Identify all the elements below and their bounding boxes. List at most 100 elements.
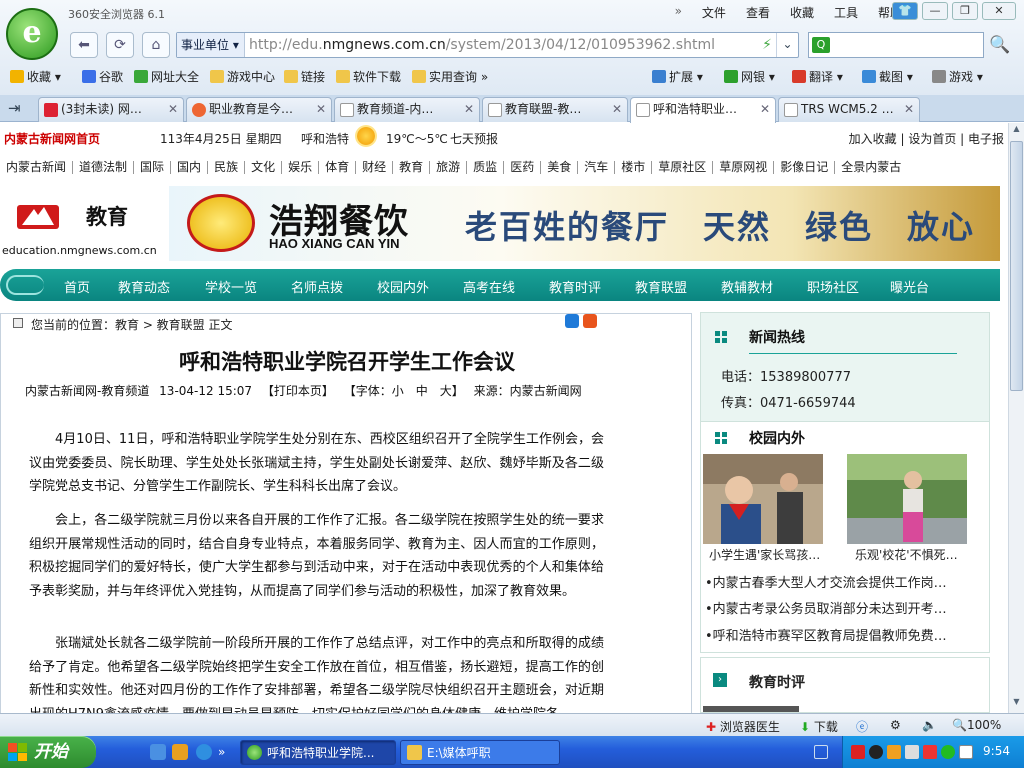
close-button[interactable]: ✕ [982, 2, 1016, 20]
address-bar[interactable]: 事业单位 ▾ http://edu.nmgnews.com.cn/system/… [176, 32, 799, 58]
update-tray-icon[interactable] [941, 745, 955, 759]
sitenav-item[interactable]: 草原网视 [713, 161, 775, 174]
sitenav-item[interactable]: 体育 [319, 161, 357, 174]
browser-logo-icon[interactable]: e [6, 8, 58, 60]
sitenav-item[interactable]: 道德法制 [73, 161, 135, 174]
network-tray-icon[interactable] [923, 745, 937, 759]
download-button[interactable]: ⬇ 下载 [800, 718, 838, 735]
volume-tray-icon[interactable] [905, 745, 919, 759]
quicklaunch-media-icon[interactable] [172, 744, 188, 760]
share-icon[interactable] [565, 314, 579, 328]
zone-dropdown[interactable]: 事业单位 ▾ [177, 33, 245, 57]
fav-links-folder[interactable]: 链接 [284, 68, 325, 85]
sitenav-item[interactable]: 医药 [504, 161, 542, 174]
clock[interactable]: 9:54 [983, 744, 1010, 758]
minimize-button[interactable]: — [922, 2, 948, 20]
refresh-button[interactable]: ⟳ [106, 32, 134, 58]
site-home-link[interactable]: 内蒙古新闻网首页 [4, 130, 100, 147]
fav-games-folder[interactable]: 游戏中心 [210, 68, 275, 85]
close-icon[interactable]: ✕ [464, 98, 474, 121]
nav-career[interactable]: 职场社区 [807, 277, 859, 296]
menu-tools[interactable]: 工具 [834, 4, 858, 21]
news-photo-2[interactable] [847, 454, 967, 544]
font-size-links[interactable]: 【字体：小 中 大】 [344, 384, 464, 398]
nav-home[interactable]: 首页 [64, 277, 90, 296]
top-links[interactable]: 加入收藏 | 设为首页 | 电子报 [849, 130, 1004, 147]
speed-mode-icon[interactable]: ⚡ [762, 37, 772, 53]
keyboard-icon[interactable] [814, 745, 828, 759]
sitenav-item[interactable]: 草原社区 [652, 161, 714, 174]
skin-icon[interactable]: 👕 [892, 2, 918, 20]
tab-edu-alliance[interactable]: 教育联盟-教… ✕ [482, 97, 628, 122]
search-engine-icon[interactable]: Q [812, 37, 830, 53]
nav-teachers[interactable]: 名师点拨 [291, 277, 343, 296]
task-browser[interactable]: 呼和浩特职业学院... [240, 740, 396, 765]
news-link[interactable]: •内蒙古考录公务员取消部分未达到开考… [705, 598, 987, 617]
sitenav-item[interactable]: 内蒙古新闻 [0, 161, 74, 174]
sitenav-item[interactable]: 国内 [171, 161, 209, 174]
close-icon[interactable]: ✕ [168, 98, 178, 121]
tab-edu-channel[interactable]: 教育频道-内… ✕ [334, 97, 480, 122]
sitenav-item[interactable]: 楼市 [615, 161, 653, 174]
ie-compat-icon[interactable]: ⓔ [856, 718, 868, 735]
channel-brand[interactable]: 教育 education.nmgnews.com.cn [2, 191, 167, 261]
vertical-scrollbar[interactable]: ▲ ▼ [1008, 123, 1024, 713]
photo-caption-2[interactable]: 乐观'校花'不惧死… [855, 546, 958, 563]
quicklaunch-ie-icon[interactable] [196, 744, 212, 760]
favorites-menu[interactable]: 收藏 ▾ [10, 68, 61, 85]
start-button[interactable]: 开始 [0, 736, 96, 768]
nav-alliance[interactable]: 教育联盟 [635, 277, 687, 296]
print-link[interactable]: 【打印本页】 [262, 384, 334, 398]
search-input[interactable]: Q [808, 32, 984, 58]
quicklaunch-more-icon[interactable]: » [218, 744, 234, 760]
sitenav-item[interactable]: 汽车 [578, 161, 616, 174]
url-text[interactable]: http://edu.nmgnews.com.cn/system/2013/04… [249, 33, 715, 57]
breadcrumb[interactable]: 您当前的位置：教育 > 教育联盟 正文 [31, 316, 233, 333]
qq-tray-icon[interactable] [869, 745, 883, 759]
close-icon[interactable]: ✕ [316, 98, 326, 121]
nav-commentary[interactable]: 教育时评 [549, 277, 601, 296]
menu-file[interactable]: 文件 [702, 4, 726, 21]
sitenav-item[interactable]: 质监 [467, 161, 505, 174]
tab-mail[interactable]: (3封未读) 网… ✕ [38, 97, 184, 122]
close-icon[interactable]: ✕ [612, 98, 622, 121]
sidebar-toggle-icon[interactable]: ⇥ [8, 99, 21, 117]
sitenav-item[interactable]: 文化 [245, 161, 283, 174]
sitenav-item[interactable]: 财经 [356, 161, 394, 174]
extensions-button[interactable]: 扩展 ▾ [652, 68, 703, 85]
scroll-up-icon[interactable]: ▲ [1010, 124, 1023, 139]
back-button[interactable]: ⬅ [70, 32, 98, 58]
nav-exposure[interactable]: 曝光台 [890, 277, 929, 296]
close-icon[interactable]: ✕ [904, 98, 914, 121]
restore-button[interactable]: ❐ [952, 2, 978, 20]
speaker-icon[interactable]: 🔈 [922, 718, 937, 732]
browser-doctor-button[interactable]: ✚ 浏览器医生 [706, 718, 780, 735]
quicklaunch-desktop-icon[interactable] [150, 744, 166, 760]
menu-favorites[interactable]: 收藏 [790, 4, 814, 21]
fav-query-folder[interactable]: 实用查询 » [412, 68, 488, 85]
tab-current[interactable]: 呼和浩特职业… ✕ [630, 97, 776, 123]
gear-icon[interactable]: ⚙ [890, 718, 901, 732]
sitenav-item[interactable]: 全景内蒙古 [835, 161, 907, 174]
ime-tray-icon[interactable] [959, 745, 973, 759]
rss-icon[interactable] [583, 314, 597, 328]
fav-google[interactable]: 谷歌 [82, 68, 123, 85]
ad-banner[interactable]: 浩翔餐饮 HAO XIANG CAN YIN 老百姓的餐厅 天然 绿色 放心 [169, 186, 1000, 261]
tray-app-icon[interactable] [887, 745, 901, 759]
close-icon[interactable]: ✕ [760, 98, 770, 121]
address-dropdown-button[interactable]: ⌄ [776, 33, 798, 57]
tab-vocational[interactable]: 职业教育是今… ✕ [186, 97, 332, 122]
sitenav-item[interactable]: 影像日记 [774, 161, 836, 174]
nav-schools[interactable]: 学校一览 [205, 277, 257, 296]
scrollbar-thumb[interactable] [1010, 141, 1023, 391]
news-link[interactable]: •内蒙古春季大型人才交流会提供工作岗… [705, 572, 987, 591]
scroll-down-icon[interactable]: ▼ [1010, 697, 1023, 712]
fav-sites[interactable]: 网址大全 [134, 68, 199, 85]
sitenav-item[interactable]: 民族 [208, 161, 246, 174]
nav-gaokao[interactable]: 高考在线 [463, 277, 515, 296]
forecast-link[interactable]: 七天预报 [450, 130, 498, 147]
games-button[interactable]: 游戏 ▾ [932, 68, 983, 85]
fav-software-folder[interactable]: 软件下载 [336, 68, 401, 85]
photo-caption-1[interactable]: 小学生遇'家长骂孩… [709, 546, 820, 563]
sitenav-item[interactable]: 教育 [393, 161, 431, 174]
